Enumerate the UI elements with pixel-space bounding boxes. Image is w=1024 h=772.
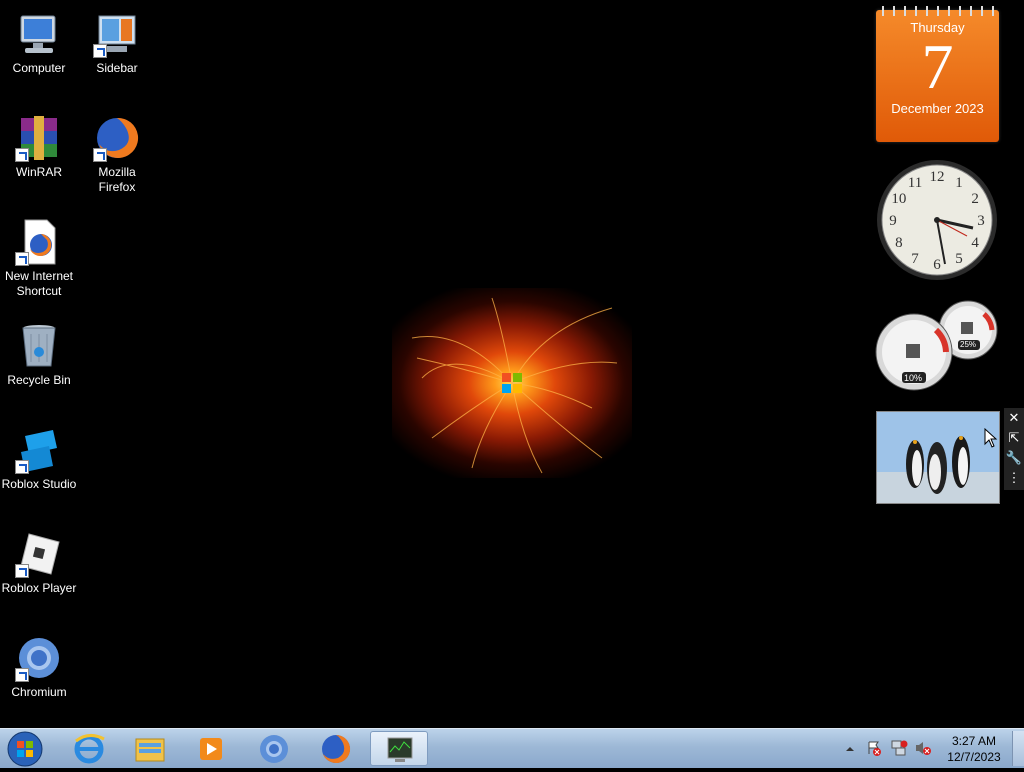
roblox-player-icon	[15, 530, 63, 578]
memory-percent: 25%	[960, 340, 977, 349]
desktop-icon-roblox-studio[interactable]: Roblox Studio	[0, 420, 78, 492]
mouse-cursor-icon	[984, 428, 998, 448]
taskbar-clock[interactable]: 3:27 AM 12/7/2023	[940, 733, 1008, 765]
gadget-drag-handle[interactable]: ⋮	[1004, 468, 1024, 488]
desktop-icon-new-internet-shortcut[interactable]: New Internet Shortcut	[0, 212, 78, 299]
show-hidden-icons-button[interactable]	[844, 742, 856, 754]
network-icon[interactable]	[890, 740, 908, 756]
desktop-icon-firefox[interactable]: Mozilla Firefox	[78, 108, 156, 195]
shortcut-arrow-icon	[93, 148, 107, 162]
icon-label: Chromium	[11, 685, 67, 699]
clock-numeral: 10	[891, 191, 906, 207]
icon-label: Firefox	[98, 180, 136, 194]
desktop-icon-recycle-bin[interactable]: Recycle Bin	[0, 316, 78, 388]
icon-label: Shortcut	[16, 284, 62, 298]
windows-explorer-icon	[135, 738, 165, 762]
icon-label: Mozilla	[98, 165, 136, 179]
roblox-studio-icon	[15, 426, 63, 474]
shortcut-arrow-icon	[15, 564, 29, 578]
taskbar-media-player[interactable]	[182, 731, 240, 766]
clock-numeral: 5	[955, 251, 963, 267]
icon-label: New Internet	[4, 269, 74, 283]
taskbar-date: 12/7/2023	[947, 750, 1001, 764]
sidebar-icon	[93, 10, 141, 58]
wallpaper-logo	[392, 288, 632, 478]
desktop[interactable]: Computer Sidebar WinRAR Mozilla Firefox …	[0, 0, 1024, 728]
icon-label: Roblox Player	[1, 581, 77, 595]
icon-label: Roblox Studio	[1, 477, 77, 491]
chromium-icon	[260, 735, 288, 763]
media-player-icon	[200, 738, 222, 760]
clock-numeral: 7	[911, 251, 919, 267]
computer-icon	[15, 10, 63, 58]
cpu-percent: 10%	[904, 373, 923, 383]
icon-label: WinRAR	[15, 165, 62, 179]
icon-label: Recycle Bin	[7, 373, 71, 387]
internet-explorer-icon	[74, 734, 105, 764]
taskbar-internet-explorer[interactable]	[60, 731, 118, 766]
task-manager-icon	[387, 737, 413, 762]
taskbar-firefox[interactable]	[307, 731, 365, 766]
icon-label: Sidebar	[96, 61, 138, 75]
clock-numeral: 11	[908, 175, 922, 191]
taskbar-time: 3:27 AM	[951, 734, 997, 748]
slideshow-gadget[interactable]	[876, 411, 1000, 504]
shortcut-arrow-icon	[15, 668, 29, 682]
shortcut-arrow-icon	[15, 252, 29, 266]
shortcut-arrow-icon	[15, 148, 29, 162]
chromium-icon	[15, 634, 63, 682]
calendar-gadget[interactable]: Thursday 7 December 2023	[876, 6, 999, 142]
firefox-icon	[93, 114, 141, 162]
taskbar-chromium[interactable]	[245, 731, 303, 766]
desktop-icon-computer[interactable]: Computer	[0, 4, 78, 76]
icon-label: Computer	[12, 61, 66, 75]
calendar-rings	[876, 6, 999, 16]
clock-numeral: 1	[955, 175, 963, 191]
winrar-icon	[15, 114, 63, 162]
clock-numeral: 2	[971, 191, 979, 207]
taskbar-windows-explorer[interactable]	[121, 731, 179, 766]
clock-numeral: 12	[930, 169, 945, 185]
volume-muted-icon[interactable]	[914, 740, 932, 756]
shortcut-arrow-icon	[15, 460, 29, 474]
gadget-close-button[interactable]: ✕	[1004, 408, 1024, 428]
start-button[interactable]	[5, 731, 45, 767]
taskbar-task-manager[interactable]	[370, 731, 428, 766]
penguins-photo	[877, 412, 999, 503]
desktop-icon-chromium[interactable]: Chromium	[0, 628, 78, 700]
calendar-day: 7	[921, 31, 954, 102]
cpu-meter-gadget[interactable]: 25% 10%	[874, 300, 1000, 392]
gadget-toolbar: ✕ ⇱ 🔧 ⋮	[1004, 408, 1024, 490]
clock-numeral: 3	[977, 213, 985, 229]
internet-shortcut-icon	[15, 218, 63, 266]
taskbar: 3:27 AM 12/7/2023	[0, 728, 1024, 768]
clock-numeral: 6	[933, 257, 941, 273]
recycle-bin-icon	[15, 322, 63, 370]
shortcut-arrow-icon	[93, 44, 107, 58]
clock-numeral: 4	[971, 235, 979, 251]
desktop-icon-winrar[interactable]: WinRAR	[0, 108, 78, 180]
action-center-icon[interactable]	[866, 740, 882, 756]
clock-numeral: 8	[895, 235, 903, 251]
clock-numeral: 9	[889, 213, 897, 229]
calendar-month-year: December 2023	[891, 101, 984, 116]
gadget-size-button[interactable]: ⇱	[1004, 428, 1024, 448]
clock-gadget[interactable]: 12 1 2 3 4 5 6 7 8 9 10 11	[875, 158, 999, 282]
desktop-icon-sidebar[interactable]: Sidebar	[78, 4, 156, 76]
show-desktop-button[interactable]	[1012, 731, 1024, 766]
gadget-options-button[interactable]: 🔧	[1004, 448, 1024, 468]
firefox-icon	[322, 734, 351, 763]
desktop-icon-roblox-player[interactable]: Roblox Player	[0, 524, 78, 596]
